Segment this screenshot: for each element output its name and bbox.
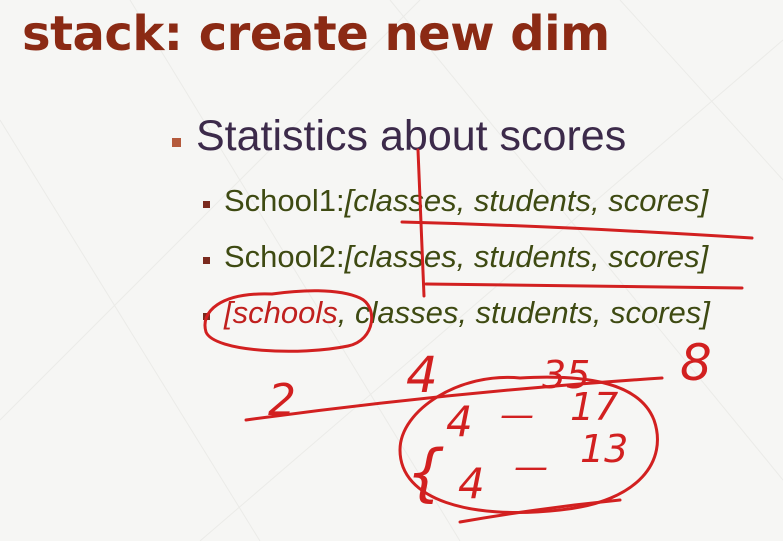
sub-bullet-label: School2: xyxy=(224,239,345,274)
sub-bullet-bracket: [classes, students, scores] xyxy=(344,183,709,218)
sub-bullet-label: School1: xyxy=(224,183,345,218)
sub-bullet-school1: School1:[classes, students, scores] xyxy=(224,183,708,219)
sub-bullet-bracket: [classes, students, scores] xyxy=(344,239,709,274)
sub-bullet-school2: School2:[classes, students, scores] xyxy=(224,239,708,275)
slide-title: stack: create new dim xyxy=(22,6,610,62)
sub-bullet-highlight: [schools xyxy=(224,295,338,330)
sub-bullet-bracket: , classes, students, scores] xyxy=(337,295,710,330)
bullet-marker xyxy=(203,201,210,208)
bullet-marker xyxy=(172,138,181,147)
sub-bullet-stacked: [schools, classes, students, scores] xyxy=(224,295,710,331)
bullet-marker xyxy=(203,257,210,264)
bullet-marker xyxy=(203,313,210,320)
main-bullet-text: Statistics about scores xyxy=(196,112,627,160)
